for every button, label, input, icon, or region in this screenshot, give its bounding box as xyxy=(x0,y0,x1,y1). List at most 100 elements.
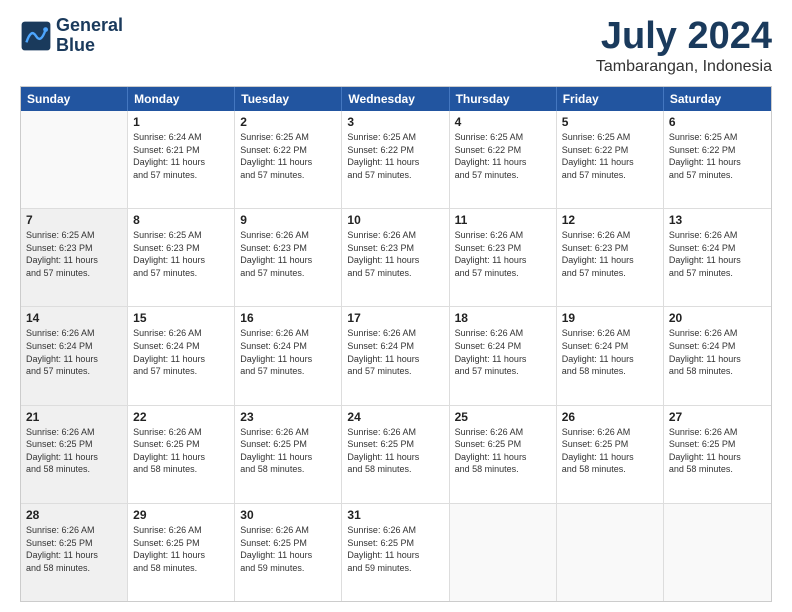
day-number: 22 xyxy=(133,409,229,425)
weekday-header: Saturday xyxy=(664,87,771,111)
day-number: 28 xyxy=(26,507,122,523)
calendar-row: 7Sunrise: 6:25 AM Sunset: 6:23 PM Daylig… xyxy=(21,209,771,307)
calendar-cell: 24Sunrise: 6:26 AM Sunset: 6:25 PM Dayli… xyxy=(342,406,449,503)
cell-details: Sunrise: 6:26 AM Sunset: 6:23 PM Dayligh… xyxy=(562,229,658,279)
calendar-cell: 19Sunrise: 6:26 AM Sunset: 6:24 PM Dayli… xyxy=(557,307,664,404)
cell-details: Sunrise: 6:26 AM Sunset: 6:24 PM Dayligh… xyxy=(240,327,336,377)
calendar-body: 1Sunrise: 6:24 AM Sunset: 6:21 PM Daylig… xyxy=(21,111,771,601)
cell-details: Sunrise: 6:26 AM Sunset: 6:23 PM Dayligh… xyxy=(455,229,551,279)
weekday-header: Sunday xyxy=(21,87,128,111)
page: General Blue July 2024 Tambarangan, Indo… xyxy=(0,0,792,612)
cell-details: Sunrise: 6:26 AM Sunset: 6:24 PM Dayligh… xyxy=(669,327,766,377)
calendar-cell: 21Sunrise: 6:26 AM Sunset: 6:25 PM Dayli… xyxy=(21,406,128,503)
day-number: 1 xyxy=(133,114,229,130)
calendar-cell: 18Sunrise: 6:26 AM Sunset: 6:24 PM Dayli… xyxy=(450,307,557,404)
day-number: 23 xyxy=(240,409,336,425)
calendar-cell: 13Sunrise: 6:26 AM Sunset: 6:24 PM Dayli… xyxy=(664,209,771,306)
day-number: 12 xyxy=(562,212,658,228)
cell-details: Sunrise: 6:26 AM Sunset: 6:25 PM Dayligh… xyxy=(240,426,336,476)
cell-details: Sunrise: 6:26 AM Sunset: 6:23 PM Dayligh… xyxy=(240,229,336,279)
weekday-header: Thursday xyxy=(450,87,557,111)
weekday-header: Friday xyxy=(557,87,664,111)
title-block: July 2024 Tambarangan, Indonesia xyxy=(596,16,772,76)
cell-details: Sunrise: 6:26 AM Sunset: 6:25 PM Dayligh… xyxy=(133,426,229,476)
cell-details: Sunrise: 6:26 AM Sunset: 6:25 PM Dayligh… xyxy=(669,426,766,476)
calendar-cell: 25Sunrise: 6:26 AM Sunset: 6:25 PM Dayli… xyxy=(450,406,557,503)
day-number: 14 xyxy=(26,310,122,326)
calendar-cell: 12Sunrise: 6:26 AM Sunset: 6:23 PM Dayli… xyxy=(557,209,664,306)
calendar-cell: 29Sunrise: 6:26 AM Sunset: 6:25 PM Dayli… xyxy=(128,504,235,601)
calendar-cell: 15Sunrise: 6:26 AM Sunset: 6:24 PM Dayli… xyxy=(128,307,235,404)
calendar-header: SundayMondayTuesdayWednesdayThursdayFrid… xyxy=(21,87,771,111)
logo-icon xyxy=(20,20,52,52)
calendar-cell: 2Sunrise: 6:25 AM Sunset: 6:22 PM Daylig… xyxy=(235,111,342,208)
calendar-cell: 8Sunrise: 6:25 AM Sunset: 6:23 PM Daylig… xyxy=(128,209,235,306)
cell-details: Sunrise: 6:26 AM Sunset: 6:24 PM Dayligh… xyxy=(455,327,551,377)
cell-details: Sunrise: 6:26 AM Sunset: 6:24 PM Dayligh… xyxy=(562,327,658,377)
day-number: 26 xyxy=(562,409,658,425)
cell-details: Sunrise: 6:26 AM Sunset: 6:25 PM Dayligh… xyxy=(347,426,443,476)
day-number: 31 xyxy=(347,507,443,523)
cell-details: Sunrise: 6:25 AM Sunset: 6:22 PM Dayligh… xyxy=(455,131,551,181)
calendar-cell: 23Sunrise: 6:26 AM Sunset: 6:25 PM Dayli… xyxy=(235,406,342,503)
cell-details: Sunrise: 6:25 AM Sunset: 6:22 PM Dayligh… xyxy=(347,131,443,181)
day-number: 25 xyxy=(455,409,551,425)
cell-details: Sunrise: 6:25 AM Sunset: 6:22 PM Dayligh… xyxy=(669,131,766,181)
day-number: 30 xyxy=(240,507,336,523)
calendar-cell: 30Sunrise: 6:26 AM Sunset: 6:25 PM Dayli… xyxy=(235,504,342,601)
main-title: July 2024 xyxy=(596,16,772,58)
day-number: 6 xyxy=(669,114,766,130)
cell-details: Sunrise: 6:26 AM Sunset: 6:24 PM Dayligh… xyxy=(133,327,229,377)
day-number: 5 xyxy=(562,114,658,130)
day-number: 4 xyxy=(455,114,551,130)
cell-details: Sunrise: 6:26 AM Sunset: 6:25 PM Dayligh… xyxy=(26,524,122,574)
day-number: 21 xyxy=(26,409,122,425)
calendar-cell: 20Sunrise: 6:26 AM Sunset: 6:24 PM Dayli… xyxy=(664,307,771,404)
day-number: 19 xyxy=(562,310,658,326)
day-number: 17 xyxy=(347,310,443,326)
calendar-row: 14Sunrise: 6:26 AM Sunset: 6:24 PM Dayli… xyxy=(21,307,771,405)
day-number: 2 xyxy=(240,114,336,130)
cell-details: Sunrise: 6:26 AM Sunset: 6:25 PM Dayligh… xyxy=(26,426,122,476)
calendar: SundayMondayTuesdayWednesdayThursdayFrid… xyxy=(20,86,772,602)
calendar-cell: 11Sunrise: 6:26 AM Sunset: 6:23 PM Dayli… xyxy=(450,209,557,306)
cell-details: Sunrise: 6:26 AM Sunset: 6:24 PM Dayligh… xyxy=(26,327,122,377)
weekday-header: Wednesday xyxy=(342,87,449,111)
calendar-cell: 6Sunrise: 6:25 AM Sunset: 6:22 PM Daylig… xyxy=(664,111,771,208)
cell-details: Sunrise: 6:24 AM Sunset: 6:21 PM Dayligh… xyxy=(133,131,229,181)
calendar-cell: 16Sunrise: 6:26 AM Sunset: 6:24 PM Dayli… xyxy=(235,307,342,404)
calendar-cell: 4Sunrise: 6:25 AM Sunset: 6:22 PM Daylig… xyxy=(450,111,557,208)
weekday-header: Monday xyxy=(128,87,235,111)
day-number: 27 xyxy=(669,409,766,425)
cell-details: Sunrise: 6:25 AM Sunset: 6:23 PM Dayligh… xyxy=(26,229,122,279)
day-number: 16 xyxy=(240,310,336,326)
cell-details: Sunrise: 6:26 AM Sunset: 6:25 PM Dayligh… xyxy=(455,426,551,476)
calendar-cell: 7Sunrise: 6:25 AM Sunset: 6:23 PM Daylig… xyxy=(21,209,128,306)
day-number: 20 xyxy=(669,310,766,326)
calendar-row: 21Sunrise: 6:26 AM Sunset: 6:25 PM Dayli… xyxy=(21,406,771,504)
subtitle: Tambarangan, Indonesia xyxy=(596,58,772,76)
day-number: 24 xyxy=(347,409,443,425)
logo-text: General Blue xyxy=(56,16,123,56)
calendar-cell: 28Sunrise: 6:26 AM Sunset: 6:25 PM Dayli… xyxy=(21,504,128,601)
cell-details: Sunrise: 6:25 AM Sunset: 6:22 PM Dayligh… xyxy=(240,131,336,181)
calendar-cell: 31Sunrise: 6:26 AM Sunset: 6:25 PM Dayli… xyxy=(342,504,449,601)
calendar-row: 1Sunrise: 6:24 AM Sunset: 6:21 PM Daylig… xyxy=(21,111,771,209)
weekday-header: Tuesday xyxy=(235,87,342,111)
calendar-cell: 9Sunrise: 6:26 AM Sunset: 6:23 PM Daylig… xyxy=(235,209,342,306)
day-number: 29 xyxy=(133,507,229,523)
day-number: 18 xyxy=(455,310,551,326)
calendar-cell: 27Sunrise: 6:26 AM Sunset: 6:25 PM Dayli… xyxy=(664,406,771,503)
day-number: 7 xyxy=(26,212,122,228)
calendar-cell: 1Sunrise: 6:24 AM Sunset: 6:21 PM Daylig… xyxy=(128,111,235,208)
day-number: 10 xyxy=(347,212,443,228)
cell-details: Sunrise: 6:25 AM Sunset: 6:22 PM Dayligh… xyxy=(562,131,658,181)
calendar-cell: 22Sunrise: 6:26 AM Sunset: 6:25 PM Dayli… xyxy=(128,406,235,503)
calendar-cell: 26Sunrise: 6:26 AM Sunset: 6:25 PM Dayli… xyxy=(557,406,664,503)
calendar-cell: 14Sunrise: 6:26 AM Sunset: 6:24 PM Dayli… xyxy=(21,307,128,404)
header: General Blue July 2024 Tambarangan, Indo… xyxy=(20,16,772,76)
calendar-cell: 17Sunrise: 6:26 AM Sunset: 6:24 PM Dayli… xyxy=(342,307,449,404)
calendar-row: 28Sunrise: 6:26 AM Sunset: 6:25 PM Dayli… xyxy=(21,504,771,601)
calendar-cell: 10Sunrise: 6:26 AM Sunset: 6:23 PM Dayli… xyxy=(342,209,449,306)
logo: General Blue xyxy=(20,16,123,56)
